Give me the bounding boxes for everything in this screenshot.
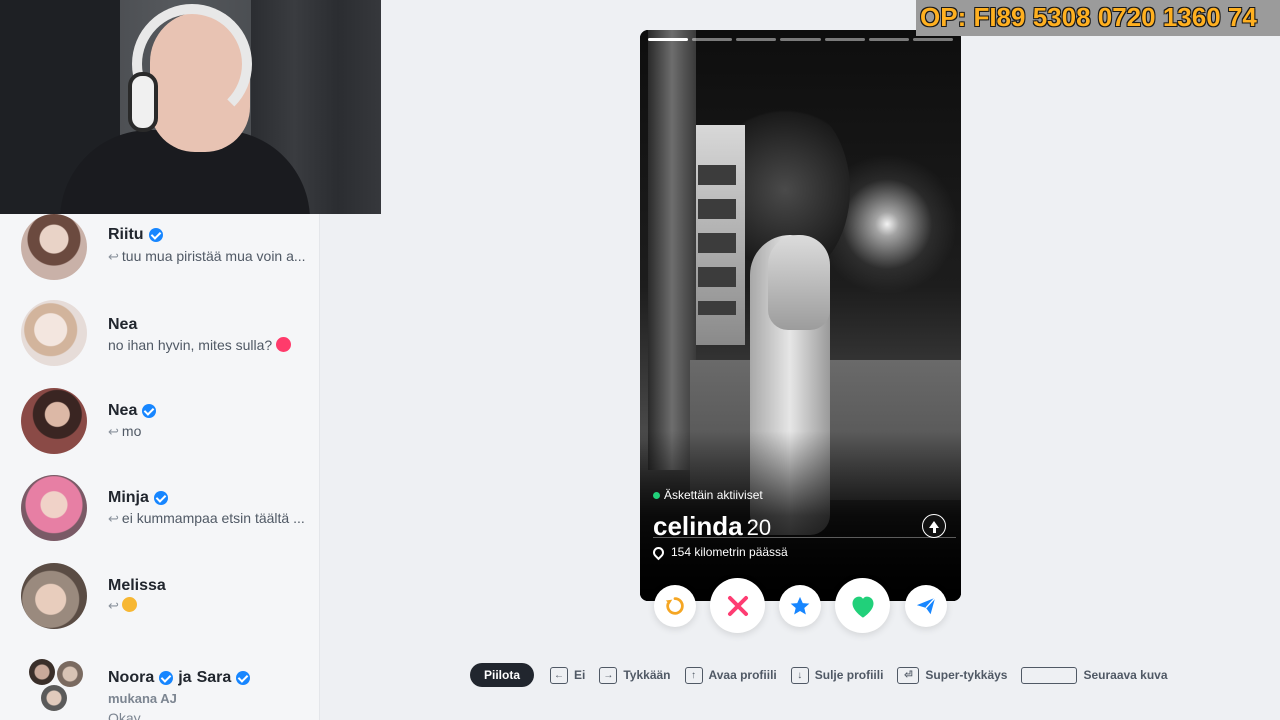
photo-progress-segment — [824, 38, 865, 41]
avatar — [21, 388, 87, 454]
arrow-right-key-icon: → — [599, 666, 618, 684]
chat-name: Nea — [108, 402, 157, 420]
chat-item-riitu[interactable]: Riitu ↩ tuu mua piristää mua voin a... — [0, 214, 320, 300]
close-x-icon — [727, 595, 748, 616]
chat-last-message: ↩ mo — [108, 423, 142, 439]
avatar — [21, 214, 87, 280]
verified-badge-icon — [153, 491, 168, 505]
verified-badge-icon — [148, 228, 163, 242]
chat-name: Nea — [108, 316, 138, 333]
avatar — [57, 661, 83, 687]
divider — [653, 537, 956, 538]
chat-last-message: ↩ ei kummampaa etsin täältä ... — [108, 510, 305, 526]
paper-plane-icon — [916, 597, 936, 615]
reply-arrow-icon: ↩ — [108, 598, 119, 613]
group-avatar — [21, 651, 87, 717]
stream-overlay: OP: FI89 5308 0720 1360 74 — [916, 0, 1280, 36]
winking-emoji-icon — [121, 597, 137, 612]
rewind-icon — [665, 597, 684, 615]
laughing-emoji-icon — [276, 337, 292, 352]
chat-name: Riitu — [108, 226, 163, 244]
chat-item-minja[interactable]: Minja ↩ ei kummampaa etsin täältä ... — [0, 473, 320, 559]
hint-no: ← Ei — [550, 666, 585, 684]
enter-key-icon: ⏎ — [897, 666, 920, 684]
chat-item-melissa[interactable]: Melissa ↩ — [0, 561, 320, 647]
arrow-down-key-icon: ↓ — [790, 666, 809, 684]
reply-arrow-icon: ↩ — [108, 249, 119, 264]
avatar — [29, 659, 55, 685]
active-dot-icon — [653, 491, 660, 499]
chat-last-message: no ihan hyvin, mites sulla? — [108, 337, 313, 353]
reply-arrow-icon: ↩ — [108, 424, 119, 439]
photo-progress-segment — [648, 38, 689, 41]
hint-super-like: ⏎ Super-tykkäys — [897, 666, 1007, 684]
photo-progress-bar — [648, 38, 953, 41]
overlay-text: OP: FI89 5308 0720 1360 74 — [920, 2, 1257, 32]
like-button[interactable] — [835, 578, 890, 633]
avatar — [21, 475, 87, 541]
recently-active-status: Äskettäin aktiiviset — [653, 488, 763, 502]
verified-badge-icon — [142, 404, 157, 418]
avatar — [21, 563, 87, 629]
chat-name: Minja — [108, 489, 168, 507]
chat-last-message: ↩ — [108, 597, 313, 614]
photo-progress-segment — [868, 38, 909, 41]
arrow-up-key-icon: ↑ — [684, 666, 703, 684]
photo-progress-segment — [780, 38, 821, 41]
photo-progress-segment — [736, 38, 777, 41]
location-pin-icon — [650, 544, 667, 560]
super-like-button[interactable] — [779, 585, 821, 627]
avatar — [21, 300, 87, 366]
chat-last-message: ↩ tuu mua piristää mua voin a... — [108, 248, 306, 264]
heart-icon — [852, 596, 873, 618]
chat-name: Melissa — [108, 577, 166, 594]
boost-button[interactable] — [905, 585, 947, 627]
keyboard-hints-bar: Piilota ← Ei → Tykkään ↑ Avaa profiili ↓ Sul… — [470, 663, 1182, 687]
photo-progress-segment — [912, 38, 953, 41]
webcam-video — [0, 0, 381, 214]
hide-hints-button[interactable]: Piilota — [470, 663, 535, 687]
hint-close-profile: ↓ Sulje profiili — [790, 666, 883, 684]
rewind-button[interactable] — [654, 585, 696, 627]
chat-last-message: Okay — [108, 710, 141, 720]
open-profile-button[interactable] — [922, 514, 946, 538]
star-icon — [790, 596, 810, 615]
avatar — [41, 685, 67, 711]
photo-progress-segment — [692, 38, 733, 41]
chat-item-group-noora-sara[interactable]: Noora ja Sara mukana AJ Okay — [0, 649, 320, 720]
profile-card[interactable]: Äskettäin aktiiviset celinda 20 154 kilom… — [640, 30, 961, 601]
chat-item-nea-2[interactable]: Nea ↩ mo — [0, 386, 320, 472]
hint-like: → Tykkään — [599, 666, 671, 684]
verified-badge-icon — [236, 671, 251, 685]
verified-badge-icon — [159, 671, 174, 685]
hint-next-photo: Seuraava kuva — [1021, 666, 1168, 684]
reply-arrow-icon: ↩ — [108, 511, 119, 526]
nope-button[interactable] — [710, 578, 765, 633]
space-key-icon — [1021, 666, 1078, 684]
chat-subtitle: mukana AJ — [108, 691, 177, 706]
chat-item-nea[interactable]: Nea no ihan hyvin, mites sulla? — [0, 300, 320, 386]
chat-name: Noora ja Sara — [108, 669, 251, 687]
profile-distance: 154 kilometrin päässä — [650, 544, 788, 560]
app-root: Riitu ↩ tuu mua piristää mua voin a... Ne… — [0, 0, 1280, 720]
arrow-left-key-icon: ← — [550, 666, 569, 684]
hint-open-profile: ↑ Avaa profiili — [684, 666, 777, 684]
